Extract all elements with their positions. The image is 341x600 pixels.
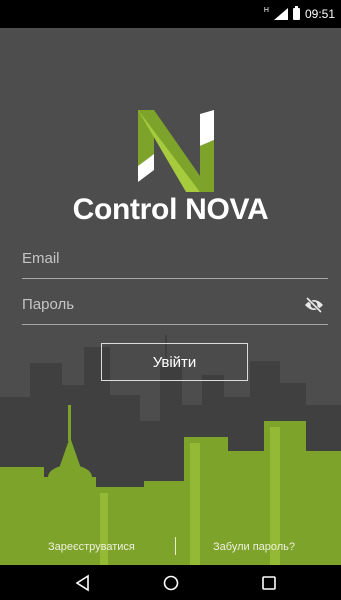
signal-icon bbox=[273, 8, 288, 20]
app-title: Control NOVA bbox=[72, 193, 269, 226]
status-bar: H 09:51 bbox=[0, 0, 341, 28]
recents-icon[interactable] bbox=[260, 574, 278, 592]
password-input[interactable] bbox=[22, 296, 292, 317]
status-icons: H 09:51 bbox=[264, 0, 335, 28]
email-field[interactable] bbox=[22, 250, 328, 279]
app-logo bbox=[138, 110, 214, 192]
navigation-bar bbox=[0, 565, 341, 600]
register-link[interactable]: Зареєструватися bbox=[48, 541, 135, 553]
signal-label: H bbox=[263, 6, 269, 14]
forgot-password-link[interactable]: Забули пароль? bbox=[213, 541, 295, 553]
email-input[interactable] bbox=[22, 250, 292, 271]
login-screen: Control NOVA Увійти Зареєструватися Забу… bbox=[0, 28, 341, 565]
bottom-links: Зареєструватися Забули пароль? bbox=[0, 537, 341, 557]
back-icon[interactable] bbox=[74, 574, 92, 592]
links-separator bbox=[175, 537, 176, 555]
home-icon[interactable] bbox=[162, 574, 180, 592]
status-time: 09:51 bbox=[304, 7, 335, 21]
battery-icon bbox=[292, 6, 300, 20]
login-button[interactable]: Увійти bbox=[101, 343, 248, 381]
eye-off-icon[interactable] bbox=[304, 296, 324, 314]
password-field[interactable] bbox=[22, 296, 328, 325]
